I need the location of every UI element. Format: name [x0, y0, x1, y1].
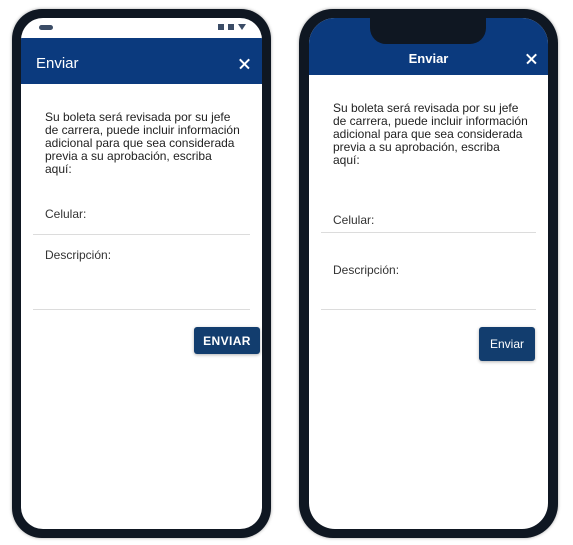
- ios-screen: Enviar Su boleta será revisada por su je…: [309, 18, 548, 529]
- phone-underline: [321, 232, 536, 233]
- phone-input[interactable]: [321, 203, 536, 233]
- android-dialog-content: Su boleta será revisada por su jefe de c…: [21, 18, 262, 529]
- ios-device-frame: Enviar Su boleta será revisada por su je…: [299, 9, 558, 538]
- submit-button[interactable]: Enviar: [479, 327, 535, 361]
- dialog-message: Su boleta será revisada por su jefe de c…: [45, 110, 240, 176]
- android-screen: Enviar Su boleta será revisada por su je…: [21, 18, 262, 529]
- submit-button[interactable]: ENVIAR: [194, 327, 260, 354]
- description-underline: [33, 309, 250, 310]
- description-input[interactable]: [33, 240, 250, 310]
- ios-dialog-content: Su boleta será revisada por su jefe de c…: [309, 18, 548, 529]
- android-device-frame: Enviar Su boleta será revisada por su je…: [12, 9, 271, 538]
- dialog-message: Su boleta será revisada por su jefe de c…: [333, 101, 528, 167]
- description-underline: [321, 309, 536, 310]
- phone-underline: [33, 234, 250, 235]
- description-input[interactable]: [321, 254, 536, 310]
- phone-input[interactable]: [33, 198, 250, 232]
